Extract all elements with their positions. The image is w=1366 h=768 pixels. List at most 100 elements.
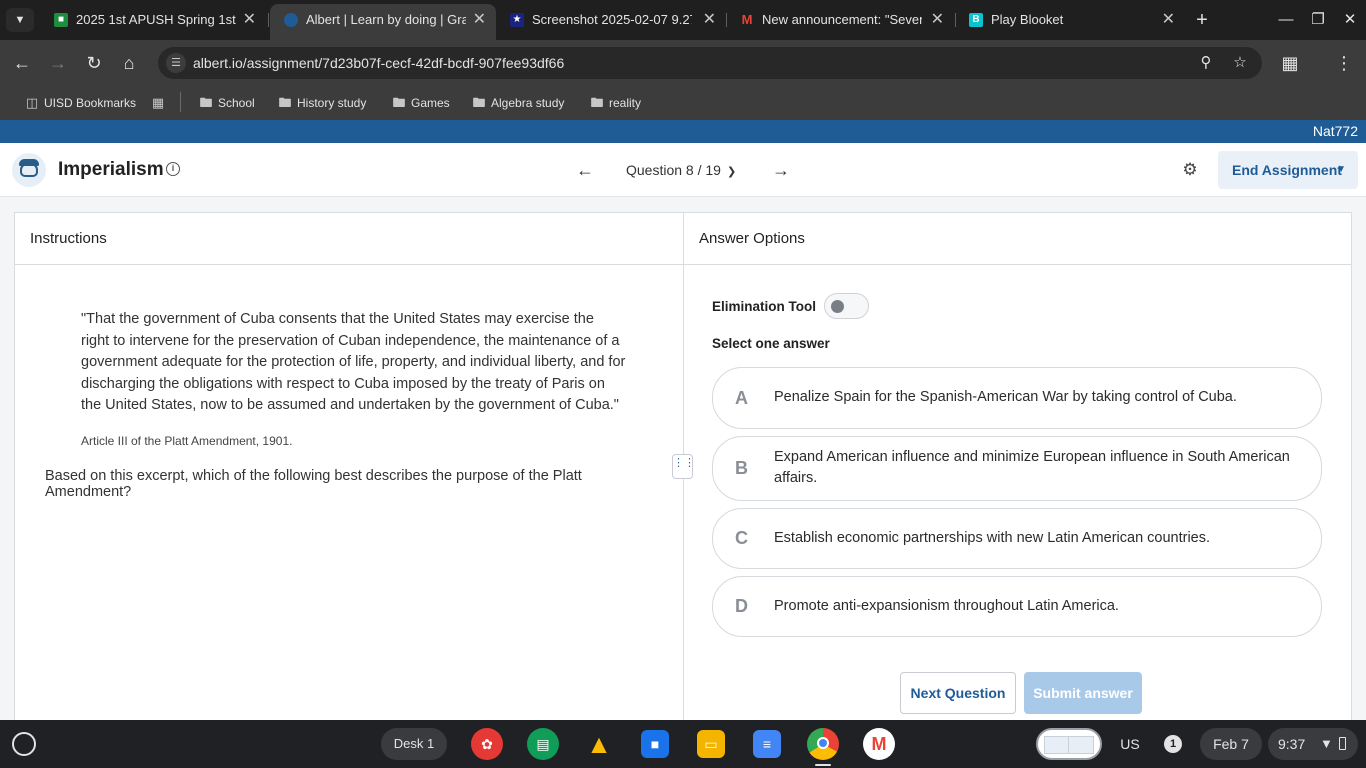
bookmark-star-icon[interactable]: ☆ <box>1228 51 1252 75</box>
tab-title: Albert | Learn by doing | Grad <box>306 12 466 27</box>
more-menu-icon[interactable]: ⋮ <box>1330 49 1358 77</box>
close-icon[interactable]: ✕ <box>473 4 486 36</box>
classroom-icon: ■ <box>54 13 68 27</box>
canvas-app-icon[interactable]: ✿ <box>471 728 503 760</box>
battery-icon <box>1339 737 1346 750</box>
bookmark-label: reality <box>609 96 642 110</box>
option-letter: B <box>735 458 748 478</box>
bookmark-algebra-study[interactable]: 🖿 Algebra study <box>471 92 564 114</box>
gmail-app-icon[interactable]: M <box>863 728 895 760</box>
address-bar[interactable]: ☰ albert.io/assignment/7d23b07f-cecf-42d… <box>158 47 1262 79</box>
bookmark-history-study[interactable]: 🖿 History study <box>277 92 366 114</box>
option-text: Promote anti-expansionism throughout Lat… <box>774 598 1119 614</box>
answer-option-d[interactable]: D Promote anti-expansionism throughout L… <box>712 576 1322 637</box>
content-area: Instructions "That the government of Cub… <box>0 197 1366 720</box>
tab-title: New announcement: "Seventh <box>762 12 922 27</box>
select-one-label: Select one answer <box>712 336 830 351</box>
url-text[interactable]: albert.io/assignment/7d23b07f-cecf-42df-… <box>193 47 564 79</box>
minimize-icon[interactable]: — <box>1272 6 1300 34</box>
close-icon[interactable]: ✕ <box>1162 4 1175 36</box>
tab-blooket[interactable]: B Play Blooket ✕ <box>955 4 1185 36</box>
option-letter: C <box>735 528 748 548</box>
elimination-tool-label: Elimination Tool <box>712 299 816 314</box>
option-letter: A <box>735 388 748 408</box>
tab-search-icon[interactable]: ▼ <box>6 8 34 32</box>
date-tray[interactable]: Feb 7 <box>1200 728 1262 760</box>
bookmark-games[interactable]: 🖿 Games <box>391 92 450 114</box>
answer-options-panel: Answer Options Elimination Tool Select o… <box>683 212 1352 720</box>
user-bar: Nat772 <box>0 120 1366 143</box>
chevron-down-icon: ❯ <box>726 166 737 178</box>
answer-option-c[interactable]: C Establish economic partnerships with n… <box>712 508 1322 569</box>
folder-icon: 🖿 <box>392 95 406 110</box>
option-text: Expand American influence and minimize E… <box>774 449 1290 486</box>
panel-resize-handle[interactable]: ⋮⋮ <box>672 454 695 479</box>
username[interactable]: Nat772 <box>1313 120 1358 143</box>
bookmark-apps[interactable]: ▦ <box>150 92 166 114</box>
reload-icon[interactable]: ↻ <box>80 49 108 77</box>
wifi-icon: ▼ <box>1320 736 1333 751</box>
end-assignment-button[interactable]: End Assignment ▼ <box>1218 151 1358 189</box>
gear-icon[interactable]: ⚙ <box>1178 158 1202 182</box>
zoom-icon[interactable]: ⚲ <box>1194 51 1218 75</box>
question-prompt: Based on this excerpt, which of the foll… <box>45 468 582 500</box>
forward-icon[interactable]: → <box>44 49 72 77</box>
close-icon[interactable]: ✕ <box>243 4 256 36</box>
next-question-button[interactable]: Next Question <box>900 672 1016 714</box>
maximize-icon[interactable]: ❐ <box>1304 6 1332 34</box>
chrome-app-icon[interactable] <box>807 728 839 760</box>
site-info-icon[interactable]: ☰ <box>166 53 186 73</box>
albert-logo-icon[interactable] <box>12 153 46 187</box>
bookmark-uisd[interactable]: ◫ UISD Bookmarks <box>24 92 136 114</box>
blooket-icon: B <box>969 13 983 27</box>
instructions-panel: Instructions "That the government of Cub… <box>14 212 684 720</box>
next-question-icon[interactable]: → <box>768 157 794 183</box>
apps-grid-icon: ▦ <box>151 95 165 110</box>
tab-title: 2025 1st APUSH Spring 1st B <box>76 12 236 27</box>
bookmark-school[interactable]: 🖿 School <box>198 92 255 114</box>
launcher-icon[interactable] <box>12 732 36 756</box>
close-window-icon[interactable]: ✕ <box>1336 6 1364 34</box>
previous-question-icon[interactable]: ← <box>572 157 598 183</box>
bookmark-label: School <box>218 96 255 110</box>
tab-screenshot[interactable]: ★ Screenshot 2025-02-07 9.27.3 ✕ <box>496 4 726 36</box>
slides-app-icon[interactable]: ▭ <box>697 730 725 758</box>
answer-option-b[interactable]: B Expand American influence and minimize… <box>712 436 1322 501</box>
status-tray[interactable]: 9:37 ▼ <box>1268 728 1358 760</box>
tab-title: Play Blooket <box>991 12 1064 27</box>
bookmark-divider <box>180 92 181 112</box>
classroom-app-icon[interactable]: ▤ <box>527 728 559 760</box>
close-icon[interactable]: ✕ <box>931 4 944 36</box>
tab-gmail[interactable]: M New announcement: "Seventh ✕ <box>726 4 954 36</box>
source-citation: Article III of the Platt Amendment, 1901… <box>81 434 293 448</box>
tab-albert[interactable]: Albert | Learn by doing | Grad ✕ <box>270 4 496 40</box>
bookmark-label: UISD Bookmarks <box>44 96 137 110</box>
desk-button[interactable]: Desk 1 <box>381 728 447 760</box>
close-icon[interactable]: ✕ <box>703 4 716 36</box>
bookmark-label: Games <box>411 96 450 110</box>
new-tab-icon[interactable]: + <box>1190 6 1214 34</box>
answer-option-a[interactable]: A Penalize Spain for the Spanish-America… <box>712 367 1322 429</box>
tab-divider <box>268 13 269 27</box>
back-icon[interactable]: ← <box>8 49 36 77</box>
notification-counter[interactable]: 1 <box>1164 735 1182 753</box>
home-icon[interactable]: ⌂ <box>115 49 143 77</box>
submit-answer-button[interactable]: Submit answer <box>1024 672 1142 714</box>
caret-down-icon: ▼ <box>1336 164 1346 175</box>
drive-app-icon[interactable]: ▲ <box>583 728 615 760</box>
folder-icon: 🖿 <box>278 95 292 110</box>
info-icon[interactable]: i <box>166 162 180 176</box>
running-indicator <box>815 764 831 766</box>
docs-app-icon[interactable]: ≡ <box>753 730 781 758</box>
bookmarks-bar: ◫ UISD Bookmarks ▦ 🖿 School 🖿 History st… <box>0 86 1366 120</box>
option-text: Establish economic partnerships with new… <box>774 530 1211 546</box>
holding-space-thumbnails[interactable] <box>1036 728 1102 760</box>
tab-title: Screenshot 2025-02-07 9.27.3 <box>532 12 692 27</box>
ime-menu[interactable]: US <box>1110 728 1150 760</box>
files-app-icon[interactable]: ■ <box>641 730 669 758</box>
bookmark-reality[interactable]: 🖿 reality <box>589 92 641 114</box>
question-selector[interactable]: Question 8 / 19 ❯ <box>614 155 748 185</box>
extensions-icon[interactable]: ▦ <box>1276 49 1304 77</box>
tab-apush[interactable]: ■ 2025 1st APUSH Spring 1st B ✕ <box>40 4 266 36</box>
elimination-tool-toggle[interactable] <box>824 293 869 319</box>
